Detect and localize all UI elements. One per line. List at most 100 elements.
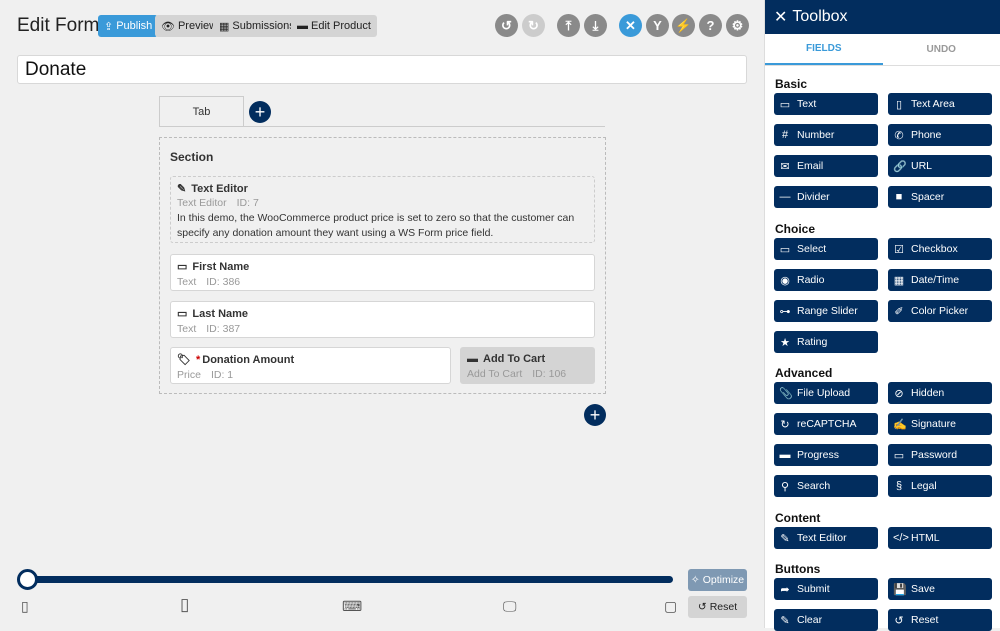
- toolbox-item-legal[interactable]: §Legal: [888, 475, 992, 497]
- toolbox-item-phone[interactable]: ✆ Phone: [888, 124, 992, 146]
- url-icon: 🔗: [893, 160, 905, 173]
- field-first-name[interactable]: ▭First Name TextID: 386: [170, 254, 595, 291]
- large-desktop-icon[interactable]: ▢: [664, 598, 677, 615]
- price-tag-icon: 🏷: [177, 353, 191, 366]
- toolbox-item-progress[interactable]: ▬ Progress: [774, 444, 878, 466]
- edit-icon: ✎: [177, 182, 186, 195]
- toolbox-item-color-picker[interactable]: ✐ Color Picker: [888, 300, 992, 322]
- toolbox-item-file-upload[interactable]: 📎 File Upload: [774, 382, 878, 404]
- field-donation-amount[interactable]: 🏷*Donation Amount PriceID: 1: [170, 347, 451, 384]
- submit-icon: ➦: [779, 583, 791, 596]
- text-field-icon: ▭: [177, 307, 187, 320]
- toolbox-item-date-time[interactable]: ▦Date/Time: [888, 269, 992, 291]
- submissions-button[interactable]: ▦Submissions: [213, 15, 301, 37]
- toolbox-item-label: Color Picker: [911, 305, 968, 317]
- toolbox-item-spacer[interactable]: ■ Spacer: [888, 186, 992, 208]
- edit-product-button[interactable]: ▬Edit Product: [291, 15, 377, 37]
- toolbox-item-text[interactable]: ▭Text: [774, 93, 878, 115]
- toolbox-item-label: File Upload: [797, 387, 850, 399]
- field-text-editor[interactable]: ✎Text Editor Text EditorID: 7 In this de…: [170, 176, 595, 243]
- toolbox-item-label: Save: [911, 583, 935, 595]
- download-icon[interactable]: ⤓: [584, 14, 607, 37]
- reset-icon: ↺: [698, 601, 707, 613]
- publish-button[interactable]: ⇪Publish: [98, 15, 158, 37]
- tab-undo[interactable]: UNDO: [883, 34, 1000, 65]
- conditional-icon[interactable]: Y: [646, 14, 669, 37]
- select-icon: ▭: [779, 243, 791, 256]
- file-upload-icon: 📎: [779, 387, 791, 400]
- toolbox-item-label: Phone: [911, 129, 941, 141]
- tablet-icon[interactable]: ▯: [180, 595, 189, 615]
- woo-icon: ▬: [467, 353, 478, 365]
- text-area-icon: ▯: [893, 98, 905, 111]
- toolbox-item-label: Password: [911, 449, 957, 461]
- toolbox-item-label: Reset: [911, 614, 938, 626]
- toolbox-item-divider[interactable]: —Divider: [774, 186, 878, 208]
- actions-icon[interactable]: ⚡: [672, 14, 695, 37]
- toolbox-item-label: Checkbox: [911, 243, 958, 255]
- redo-icon[interactable]: ↻: [522, 14, 545, 37]
- upload-icon[interactable]: ⤒: [557, 14, 580, 37]
- toolbox-item-select[interactable]: ▭ Select: [774, 238, 878, 260]
- breakpoint-slider[interactable]: [27, 576, 673, 583]
- toolbox-item-radio[interactable]: ◉Radio: [774, 269, 878, 291]
- table-icon: ▦: [219, 20, 229, 33]
- tab-fields[interactable]: FIELDS: [765, 34, 883, 65]
- laptop-icon[interactable]: ⌨: [342, 598, 362, 615]
- page-title: Edit Form: [17, 15, 99, 37]
- toolbox-item-html[interactable]: </>HTML: [888, 527, 992, 549]
- optimize-button[interactable]: ✧Optimize: [688, 569, 747, 591]
- color-picker-icon: ✐: [893, 305, 905, 318]
- toolbox-item-text-area[interactable]: ▯Text Area: [888, 93, 992, 115]
- phone-icon: ✆: [893, 129, 905, 142]
- rating-icon: ★: [779, 336, 791, 349]
- tab-tab[interactable]: Tab: [159, 96, 244, 127]
- field-last-name[interactable]: ▭Last Name TextID: 387: [170, 301, 595, 338]
- desktop-icon[interactable]: 🖵: [503, 598, 517, 615]
- add-section-button[interactable]: +: [584, 404, 606, 426]
- toolbox-item-label: Date/Time: [911, 274, 959, 286]
- mobile-icon[interactable]: ▯: [21, 598, 29, 615]
- reset-button[interactable]: ↺Reset: [688, 596, 747, 618]
- settings-icon[interactable]: ⚙: [726, 14, 749, 37]
- tools-icon[interactable]: ✕: [619, 14, 642, 37]
- form-name-input[interactable]: Donate: [17, 55, 747, 84]
- toolbox-item-text-editor[interactable]: ✎Text Editor: [774, 527, 878, 549]
- toolbox-item-label: Clear: [797, 614, 822, 626]
- text-field-icon: ▭: [177, 260, 187, 273]
- group-label-advanced: Advanced: [775, 366, 832, 380]
- spacer-icon: ■: [893, 191, 905, 203]
- toolbox-item-save[interactable]: 💾Save: [888, 578, 992, 600]
- reset-icon: ↺: [893, 614, 905, 627]
- toolbox-item-url[interactable]: 🔗URL: [888, 155, 992, 177]
- toolbox-item-rating[interactable]: ★Rating: [774, 331, 878, 353]
- toolbox-item-hidden[interactable]: ⊘Hidden: [888, 382, 992, 404]
- toolbox-item-checkbox[interactable]: ☑ Checkbox: [888, 238, 992, 260]
- toolbox-item-password[interactable]: ▭Password: [888, 444, 992, 466]
- toolbox-item-email[interactable]: ✉Email: [774, 155, 878, 177]
- eye-icon: 👁: [161, 20, 175, 33]
- field-description: In this demo, the WooCommerce product pr…: [177, 211, 588, 241]
- undo-icon[interactable]: ↺: [495, 14, 518, 37]
- toolbox-item-search[interactable]: ⚲Search: [774, 475, 878, 497]
- radio-icon: ◉: [779, 274, 791, 287]
- group-label-buttons: Buttons: [775, 562, 820, 576]
- breakpoint-slider-handle[interactable]: [17, 569, 38, 590]
- tab-divider: [159, 126, 605, 127]
- toolbox-item-label: Spacer: [911, 191, 944, 203]
- toolbox-item-label: Text: [797, 98, 816, 110]
- toolbox-item-recaptcha[interactable]: ↻reCAPTCHA: [774, 413, 878, 435]
- add-tab-button[interactable]: +: [249, 101, 271, 123]
- toolbox-item-submit[interactable]: ➦Submit: [774, 578, 878, 600]
- section-title: Section: [170, 150, 213, 164]
- woo-icon: ▬: [297, 20, 308, 32]
- checkbox-icon: ☑: [893, 243, 905, 256]
- help-icon[interactable]: ?: [699, 14, 722, 37]
- field-add-to-cart[interactable]: ▬Add To Cart Add To CartID: 106: [460, 347, 595, 384]
- toolbox-item-range-slider[interactable]: ⊶Range Slider: [774, 300, 878, 322]
- toolbox-item-number[interactable]: #Number: [774, 124, 878, 146]
- toolbox-item-label: Select: [797, 243, 826, 255]
- progress-icon: ▬: [779, 449, 791, 461]
- toolbox-item-label: Progress: [797, 449, 839, 461]
- toolbox-item-signature[interactable]: ✍Signature: [888, 413, 992, 435]
